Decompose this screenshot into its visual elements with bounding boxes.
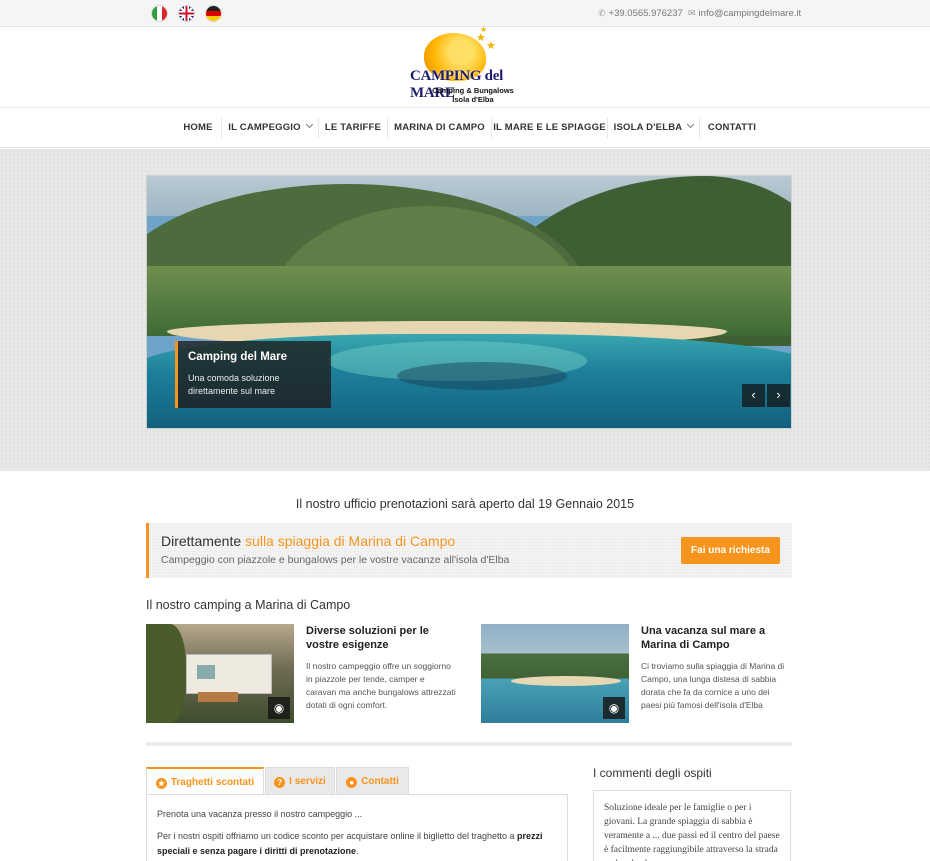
tab-paragraph: Prenota una vacanza presso il nostro cam… — [157, 809, 363, 819]
tab-text: Per i nostri ospiti offriamo un codice s… — [157, 831, 518, 841]
beach-shape — [511, 676, 621, 686]
phone-icon: ✆ — [598, 8, 606, 18]
nav-item-marina-di-campo[interactable]: MARINA DI CAMPO — [388, 108, 491, 148]
camping-section-title: Il nostro camping a Marina di Campo — [146, 598, 351, 612]
hero-slider[interactable]: Camping del Mare Una comoda soluzione di… — [146, 175, 792, 429]
deck-shape — [198, 692, 238, 702]
feature-text: Ci troviamo sulla spiaggia di Marina di … — [641, 661, 785, 710]
mail-icon: ✉ — [688, 8, 696, 18]
phone-contact[interactable]: ✆ +39.0565.976237 — [598, 8, 683, 19]
chevron-down-icon — [687, 120, 695, 129]
nav-label: CONTATTI — [707, 122, 757, 133]
top-bar: ✆ +39.0565.976237 ✉ info@campingdelmare.it — [0, 0, 930, 27]
tab-paragraph: Per i nostri ospiti offriamo un codice s… — [157, 829, 557, 859]
nav-label: ISOLA D'ELBA — [613, 122, 683, 133]
slide-caption: Camping del Mare Una comoda soluzione di… — [175, 341, 331, 408]
tree-shape — [146, 624, 186, 723]
mobilehome-shape — [186, 654, 272, 694]
chevron-down-icon — [305, 120, 313, 129]
comments-title: I commenti degli ospiti — [593, 766, 712, 780]
callout-title: Direttamente sulla spiaggia di Marina di… — [161, 533, 455, 549]
tab-traghetti-scontati[interactable]: ★ Traghetti scontati — [146, 767, 264, 795]
nav-item-il-campeggio[interactable]: IL CAMPEGGIO — [222, 108, 318, 148]
nav-item-le-tariffe[interactable]: LE TARIFFE — [319, 108, 387, 148]
tab-label: Traghetti scontati — [170, 777, 255, 788]
nav-label: MARINA DI CAMPO — [394, 122, 485, 133]
site-logo[interactable]: ★ ★ ★ CAMPING del MARE Camping & Bungalo… — [410, 25, 530, 104]
slider-next-button[interactable]: › — [767, 384, 790, 407]
feature-title[interactable]: Una vacanza sul mare a Marina di Campo — [641, 624, 781, 652]
feature-text: Il nostro campeggio offre un soggiorno i… — [306, 661, 456, 710]
german-flag-icon[interactable] — [206, 6, 221, 21]
request-button[interactable]: Fai una richiesta — [681, 537, 780, 564]
feature-image-mobilehome[interactable]: ◉ — [146, 624, 294, 723]
section-divider — [146, 742, 792, 746]
announcement-heading: Il nostro ufficio prenotazioni sarà aper… — [295, 497, 635, 511]
nav-label: IL CAMPEGGIO — [228, 122, 301, 133]
comment-text: Soluzione ideale per le famiglie o per i… — [604, 803, 780, 861]
callout-box: Direttamente sulla spiaggia di Marina di… — [146, 523, 792, 578]
caption-text: Una comoda soluzione direttamente sul ma… — [188, 373, 280, 396]
info-tabs: ★ Traghetti scontati ? I servizi ● Contatti — [146, 767, 568, 795]
tab-panel: Prenota una vacanza presso il nostro cam… — [146, 794, 568, 861]
nav-item-isola-d-elba[interactable]: ISOLA D'ELBA — [608, 108, 699, 148]
email-address: info@campingdelmare.it — [698, 8, 802, 19]
camera-icon[interactable]: ◉ — [603, 697, 625, 719]
phone-number: +39.0565.976237 — [608, 8, 683, 19]
comment-box: Soluzione ideale per le famiglie o per i… — [593, 790, 791, 861]
tab-label: I servizi — [289, 776, 326, 787]
nav-label: IL MARE E LE SPIAGGE — [493, 122, 606, 133]
italian-flag-icon[interactable] — [152, 6, 167, 21]
nav-label: LE TARIFFE — [324, 122, 382, 133]
feature-image-beach[interactable]: ◉ — [481, 624, 629, 723]
star-icon: ★ — [155, 778, 167, 789]
question-icon: ? — [274, 777, 286, 788]
logo-line2: Isola d'Elba — [452, 95, 494, 104]
callout-title-plain: Direttamente — [161, 533, 246, 549]
camera-icon[interactable]: ◉ — [268, 697, 290, 719]
site-header: ★ ★ ★ CAMPING del MARE Camping & Bungalo… — [0, 25, 930, 108]
star-icon: ★ — [486, 40, 496, 52]
tab-contatti[interactable]: ● Contatti — [336, 767, 409, 795]
nav-item-home[interactable]: HOME — [176, 108, 220, 148]
nav-label: HOME — [183, 122, 213, 133]
slider-prev-button[interactable]: ‹ — [742, 384, 765, 407]
logo-line1: Camping & Bungalows — [432, 86, 514, 95]
uk-flag-icon[interactable] — [179, 6, 194, 21]
caption-title: Camping del Mare — [188, 351, 288, 363]
feature-title[interactable]: Diverse soluzioni per le vostre esigenze — [306, 624, 446, 652]
email-contact[interactable]: ✉ info@campingdelmare.it — [688, 8, 801, 19]
tab-i-servizi[interactable]: ? I servizi — [265, 767, 335, 795]
tab-text-end: . — [356, 846, 359, 856]
hero-reef — [397, 362, 567, 390]
nav-item-contatti[interactable]: CONTATTI — [700, 108, 764, 148]
callout-subtitle: Campeggio con piazzole e bungalows per l… — [161, 554, 510, 566]
star-icon: ★ — [480, 25, 488, 34]
nav-item-il-mare-e-le-spiagge[interactable]: IL MARE E LE SPIAGGE — [492, 108, 607, 148]
tab-label: Contatti — [361, 776, 399, 787]
map-marker-icon: ● — [346, 777, 358, 788]
callout-title-highlight: sulla spiaggia di Marina di Campo — [245, 533, 456, 549]
main-navigation: HOME IL CAMPEGGIO LE TARIFFE MARINA DI C… — [0, 108, 930, 148]
logo-subtitle: Camping & Bungalows Isola d'Elba — [418, 86, 528, 104]
